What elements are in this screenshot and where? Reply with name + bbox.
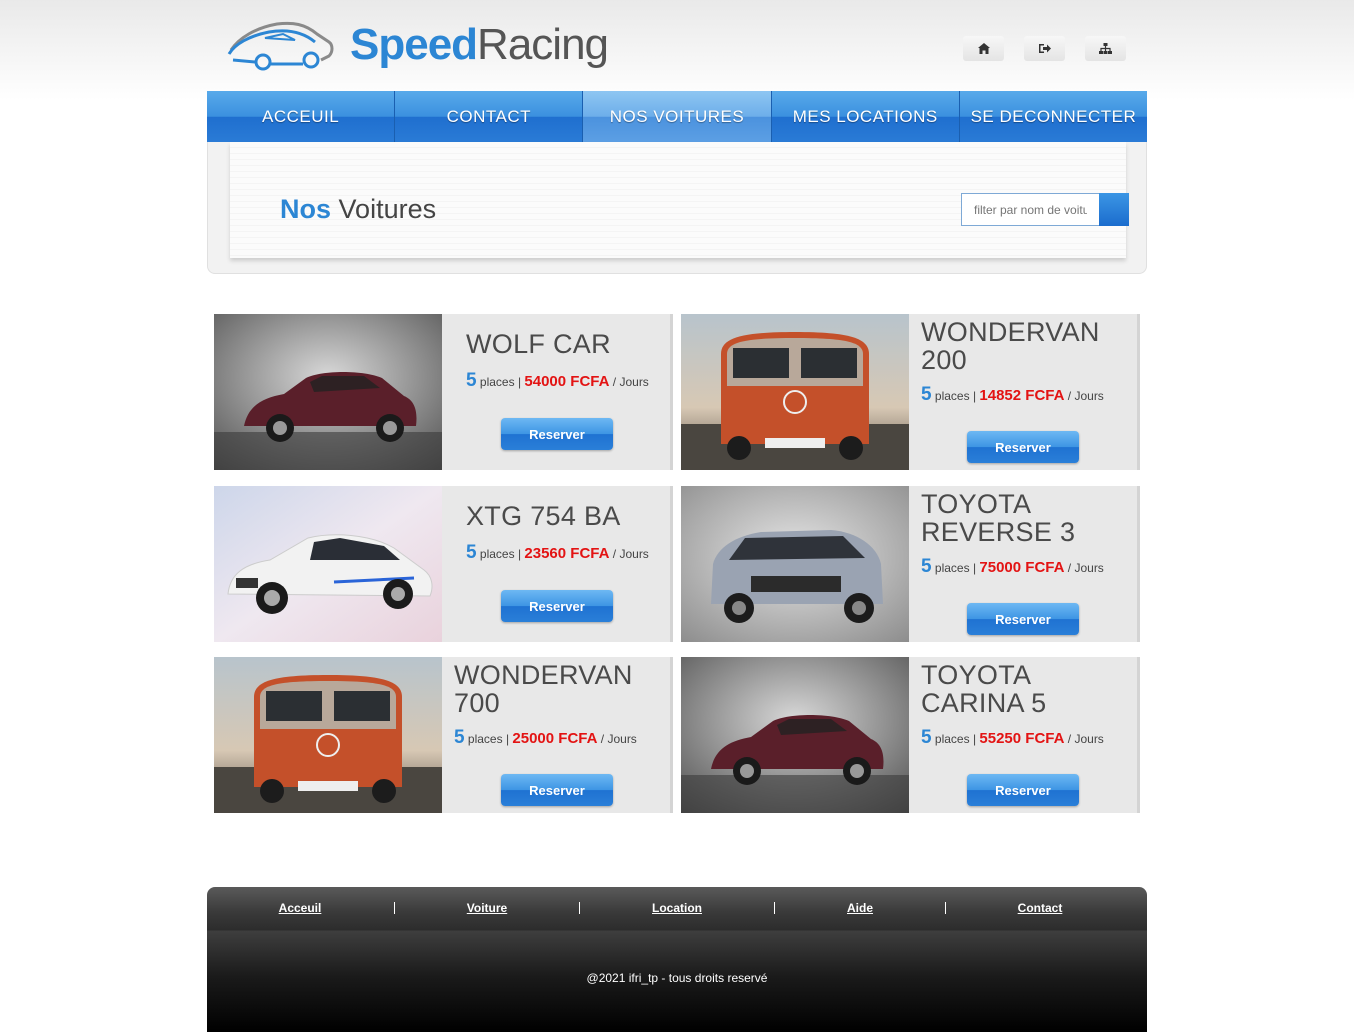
car-price-unit: / Jours <box>612 375 649 389</box>
search-input[interactable] <box>961 193 1099 226</box>
car-photo-maroon-suv[interactable] <box>214 314 442 470</box>
nav-item-mes-locations[interactable]: MES LOCATIONS <box>771 91 960 142</box>
footer-link-contact[interactable]: Contact <box>1018 901 1063 915</box>
car-name: Wolf car <box>466 329 611 359</box>
car-meta: 5 places | 25000 FCFA / Jours <box>454 727 662 749</box>
car-meta: 5 places | 75000 FCFA / Jours <box>921 556 1129 578</box>
top-icon-bar <box>963 36 1126 61</box>
car-photo-maroon-suv[interactable] <box>681 657 909 813</box>
car-seats: 5 <box>466 542 477 563</box>
page-title: Nos Voitures <box>280 194 436 225</box>
page-title-rest: Voitures <box>338 194 437 224</box>
car-price: 23560 FCFA <box>524 545 610 562</box>
car-seats-label: places | <box>479 547 522 561</box>
car-price-unit: / Jours <box>1067 732 1104 746</box>
car-price-unit: / Jours <box>612 547 649 561</box>
car-seats: 5 <box>921 556 932 577</box>
footer: Acceuil Voiture Location Aide Contact @2… <box>207 887 1147 1032</box>
car-photo-orange-van[interactable] <box>214 657 442 813</box>
car-price-unit: / Jours <box>1067 389 1104 403</box>
search-form <box>961 193 1129 226</box>
footer-link-location[interactable]: Location <box>652 901 702 915</box>
car-seats: 5 <box>921 384 932 405</box>
home-button[interactable] <box>963 36 1004 61</box>
footer-separator <box>945 902 946 914</box>
car-card: wondervan 200 5 places | 14852 FCFA / Jo… <box>681 314 1140 470</box>
car-card: wondervan 700 5 places | 25000 FCFA / Jo… <box>214 657 673 813</box>
footer-nav: Acceuil Voiture Location Aide Contact <box>207 901 1147 915</box>
nav-item-acceuil[interactable]: ACCEUIL <box>207 91 396 142</box>
sitemap-icon <box>1099 43 1112 54</box>
car-price: 55250 FCFA <box>979 730 1065 747</box>
car-seats-label: places | <box>934 389 977 403</box>
car-photo-orange-van[interactable] <box>681 314 909 470</box>
car-seats: 5 <box>466 370 477 391</box>
reserve-button[interactable]: Reserver <box>501 774 613 806</box>
page-title-highlight: Nos <box>280 194 332 224</box>
car-name: wondervan 200 <box>921 317 1100 375</box>
brand-word-speed: Speed <box>350 20 478 69</box>
car-price: 25000 FCFA <box>512 730 598 747</box>
car-name: toyota carina 5 <box>921 660 1047 718</box>
car-seats-label: places | <box>934 561 977 575</box>
sitemap-button[interactable] <box>1085 36 1126 61</box>
car-meta: 5 places | 55250 FCFA / Jours <box>921 727 1129 749</box>
car-seats-label: places | <box>934 732 977 746</box>
car-meta: 5 places | 23560 FCFA / Jours <box>466 542 662 564</box>
copyright-text: @2021 ifri_tp - tous droits reservé <box>586 971 768 985</box>
car-seats: 5 <box>454 727 465 748</box>
nav-item-se-deconnecter[interactable]: SE DECONNECTER <box>959 91 1148 142</box>
nav-item-contact[interactable]: CONTACT <box>395 91 584 142</box>
car-seats-label: places | <box>479 375 522 389</box>
site-logo[interactable]: SpeedRacing <box>225 14 609 76</box>
car-price-unit: / Jours <box>1067 561 1104 575</box>
car-logo-icon <box>227 21 334 71</box>
reserve-button[interactable]: Reserver <box>967 774 1079 806</box>
car-card: xtg 754 ba 5 places | 23560 FCFA / Jours… <box>214 486 673 642</box>
brand-name: SpeedRacing <box>350 20 609 70</box>
car-name: xtg 754 ba <box>466 501 621 531</box>
car-meta: 5 places | 54000 FCFA / Jours <box>466 370 662 392</box>
car-photo-white-sedan[interactable] <box>214 486 442 642</box>
car-card: Wolf car 5 places | 54000 FCFA / Jours R… <box>214 314 673 470</box>
footer-separator <box>579 902 580 914</box>
car-price-unit: / Jours <box>600 732 637 746</box>
logout-button[interactable] <box>1024 36 1065 61</box>
sign-out-icon <box>1038 44 1051 53</box>
car-name: wondervan 700 <box>454 660 633 718</box>
car-meta: 5 places | 14852 FCFA / Jours <box>921 384 1129 406</box>
reserve-button[interactable]: Reserver <box>967 431 1079 463</box>
title-banner: Nos Voitures <box>207 142 1147 274</box>
main-nav: ACCEUIL CONTACT NOS VOITURES MES LOCATIO… <box>207 91 1148 142</box>
search-button[interactable] <box>1099 193 1129 226</box>
home-icon <box>977 43 990 54</box>
reserve-button[interactable]: Reserver <box>501 590 613 622</box>
footer-separator <box>394 902 395 914</box>
car-seats-label: places | <box>467 732 510 746</box>
footer-link-aide[interactable]: Aide <box>847 901 873 915</box>
car-price: 54000 FCFA <box>524 373 610 390</box>
car-photo-silver-suv[interactable] <box>681 486 909 642</box>
footer-separator <box>774 902 775 914</box>
paper-panel: Nos Voitures <box>230 142 1129 258</box>
reserve-button[interactable]: Reserver <box>967 603 1079 635</box>
car-card: toyota carina 5 5 places | 55250 FCFA / … <box>681 657 1140 813</box>
car-price: 14852 FCFA <box>979 387 1065 404</box>
car-card: toyota reverse 3 5 places | 75000 FCFA /… <box>681 486 1140 642</box>
footer-link-voiture[interactable]: Voiture <box>467 901 507 915</box>
car-seats: 5 <box>921 727 932 748</box>
car-price: 75000 FCFA <box>979 559 1065 576</box>
brand-word-racing: Racing <box>477 20 609 69</box>
car-name: toyota reverse 3 <box>921 489 1076 547</box>
reserve-button[interactable]: Reserver <box>501 418 613 450</box>
nav-item-nos-voitures[interactable]: NOS VOITURES <box>583 91 772 142</box>
footer-link-acceuil[interactable]: Acceuil <box>279 901 322 915</box>
